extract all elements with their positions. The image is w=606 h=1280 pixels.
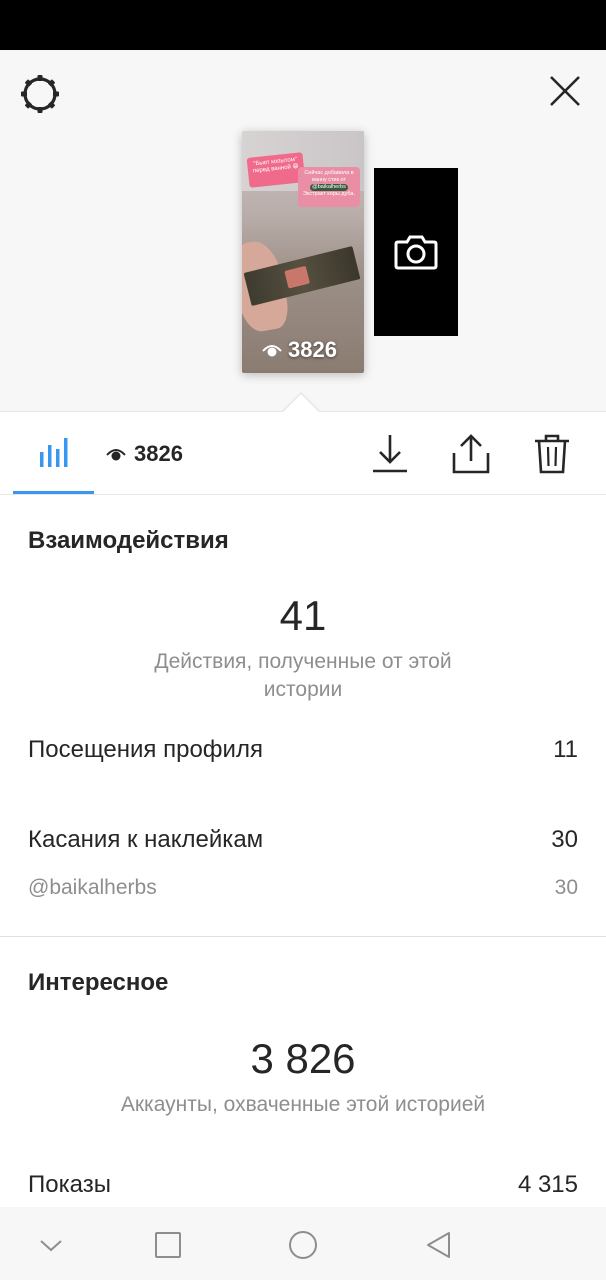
mention-sticker-value: 30	[554, 876, 578, 899]
delete-button[interactable]	[529, 431, 575, 477]
nav-recents-icon	[155, 1232, 181, 1258]
close-icon	[550, 76, 580, 106]
interactions-total-caption: Действия, полученные от этой истории	[154, 650, 452, 701]
tab-viewers[interactable]: 3826	[106, 413, 183, 494]
add-story-tile[interactable]	[374, 168, 458, 336]
sticker-taps-value: 30	[551, 826, 578, 853]
nav-recents-button[interactable]	[148, 1225, 188, 1265]
nav-hide-button[interactable]	[31, 1225, 71, 1265]
interactions-section-title: Взаимодействия	[28, 527, 229, 554]
story-preview-area: "Бьют копытом" перед ванной 😁 Сейчас доб…	[0, 50, 606, 412]
story-view-count: 3826	[262, 337, 337, 363]
interactions-total-value: 41	[279, 592, 327, 639]
tab-insights[interactable]	[13, 413, 94, 494]
story-caption-text: Сейчас добавила в ванну стик от	[304, 170, 354, 183]
sticker-taps-label: Касания к наклейкам	[28, 826, 264, 853]
android-nav-bar	[0, 1207, 606, 1280]
trash-icon	[535, 434, 569, 474]
camera-icon	[394, 235, 438, 270]
eye-icon	[106, 448, 126, 460]
nav-home-button[interactable]	[283, 1225, 323, 1265]
story-thumbnail[interactable]: "Бьют копытом" перед ванной 😁 Сейчас доб…	[242, 131, 364, 373]
close-button[interactable]	[546, 72, 584, 110]
section-divider	[0, 936, 606, 937]
bar-chart-icon	[39, 438, 67, 467]
profile-visits-value: 11	[553, 736, 578, 763]
profile-visits-label: Посещения профиля	[28, 736, 263, 763]
nav-back-triangle-icon	[427, 1232, 450, 1258]
discovery-section-title: Интересное	[28, 969, 169, 996]
settings-gear-icon	[21, 75, 59, 113]
share-icon	[452, 434, 490, 474]
impressions-value: 4 315	[517, 1171, 578, 1198]
viewer-count: 3826	[134, 440, 183, 466]
mention-sticker-label: @baikalherbs	[28, 876, 157, 899]
story-caption-tail: Экстракт коры дуба.	[302, 191, 356, 197]
impressions-label: Показы	[28, 1171, 111, 1198]
status-bar	[0, 0, 606, 50]
nav-back-button[interactable]	[418, 1225, 458, 1265]
share-button[interactable]	[448, 431, 494, 477]
story-caption-sticker: Сейчас добавила в ванну стик от @baikalh…	[298, 167, 360, 207]
story-mention-sticker: @baikalherbs	[310, 184, 348, 191]
reach-total-caption: Аккаунты, охваченные этой историей	[120, 1093, 486, 1116]
eye-icon	[262, 345, 282, 357]
download-icon	[373, 435, 407, 473]
reach-total-value: 3 826	[250, 1035, 356, 1082]
story-text-sticker: "Бьют копытом" перед ванной 😁	[246, 152, 306, 188]
download-button[interactable]	[367, 431, 413, 477]
nav-home-icon	[289, 1231, 317, 1259]
nav-back-chevron-icon	[40, 1240, 62, 1252]
selection-pointer	[282, 394, 320, 413]
story-view-count-value: 3826	[288, 337, 337, 362]
settings-button[interactable]	[18, 72, 62, 116]
story-toolbar: 3826	[0, 413, 606, 495]
